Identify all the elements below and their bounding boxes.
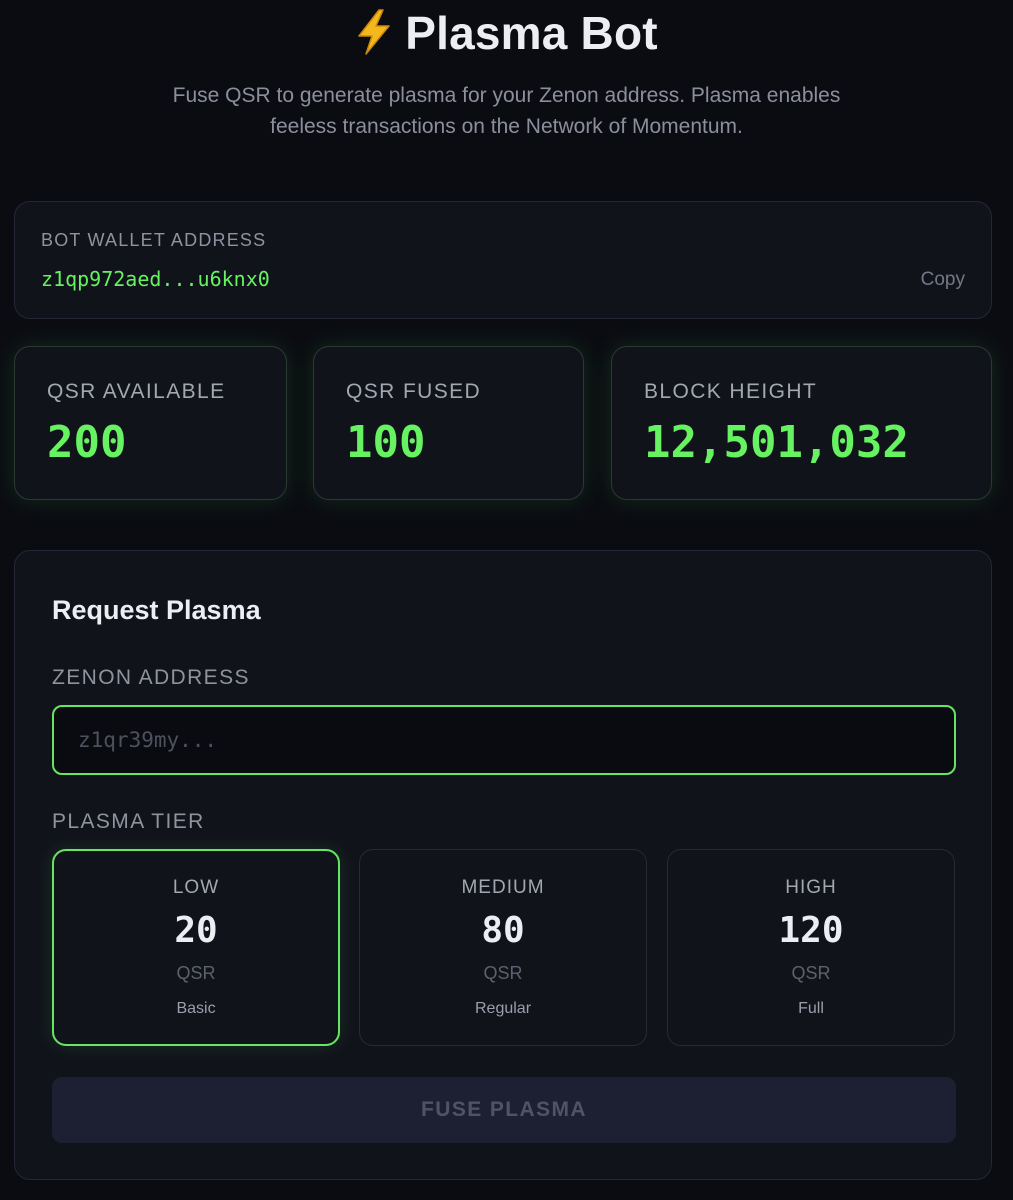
stat-value: 100 [346, 417, 426, 468]
tier-unit: QSR [176, 963, 216, 983]
stat-label: QSR AVAILABLE [47, 380, 226, 403]
stat-value: 12,501,032 [644, 417, 909, 468]
tier-name: HIGH [785, 877, 837, 898]
stat-label: QSR FUSED [346, 380, 482, 403]
tier-amount: 80 [481, 910, 525, 951]
tier-description: Basic [176, 1000, 216, 1017]
tier-option-low[interactable]: LOW 20 QSR Basic [52, 849, 340, 1046]
bot-wallet-label: BOT WALLET ADDRESS [41, 230, 267, 250]
zenon-address-label: ZENON ADDRESS [52, 666, 250, 689]
request-plasma-heading: Request Plasma [52, 595, 261, 625]
plasma-tier-label: PLASMA TIER [52, 810, 205, 833]
page-title-text: Plasma Bot [405, 7, 658, 59]
fuse-plasma-button[interactable]: FUSE PLASMA [52, 1077, 956, 1143]
tier-name: LOW [172, 877, 220, 898]
copy-address-button[interactable]: Copy [921, 269, 965, 291]
lightning-bolt-icon [358, 9, 390, 55]
bot-wallet-card: BOT WALLET ADDRESS z1qp972aed...u6knx0 C… [14, 201, 992, 319]
bot-wallet-address: z1qp972aed...u6knx0 [41, 267, 270, 291]
request-plasma-card: Request Plasma ZENON ADDRESS PLASMA TIER… [14, 550, 992, 1180]
tier-description: Full [798, 1000, 824, 1017]
tier-option-high[interactable]: HIGH 120 QSR Full [667, 849, 955, 1046]
tier-name: MEDIUM [461, 877, 545, 898]
stat-card-qsr-fused: QSR FUSED 100 [313, 346, 584, 500]
tier-amount: 120 [778, 910, 844, 951]
plasma-bot-page: Plasma Bot Fuse QSR to generate plasma f… [0, 0, 1013, 1200]
tier-option-medium[interactable]: MEDIUM 80 QSR Regular [359, 849, 647, 1046]
tier-unit: QSR [483, 963, 523, 983]
tier-description: Regular [474, 1000, 532, 1017]
page-subtitle: Fuse QSR to generate plasma for your Zen… [172, 84, 841, 138]
stat-value: 200 [47, 417, 127, 468]
stat-label: BLOCK HEIGHT [644, 380, 818, 403]
tier-unit: QSR [791, 963, 831, 983]
zenon-address-input[interactable] [52, 705, 956, 775]
page-title: Plasma Bot [0, 6, 1013, 60]
tier-amount: 20 [174, 910, 218, 951]
stat-card-qsr-available: QSR AVAILABLE 200 [14, 346, 287, 500]
stat-card-block-height: BLOCK HEIGHT 12,501,032 [611, 346, 992, 500]
